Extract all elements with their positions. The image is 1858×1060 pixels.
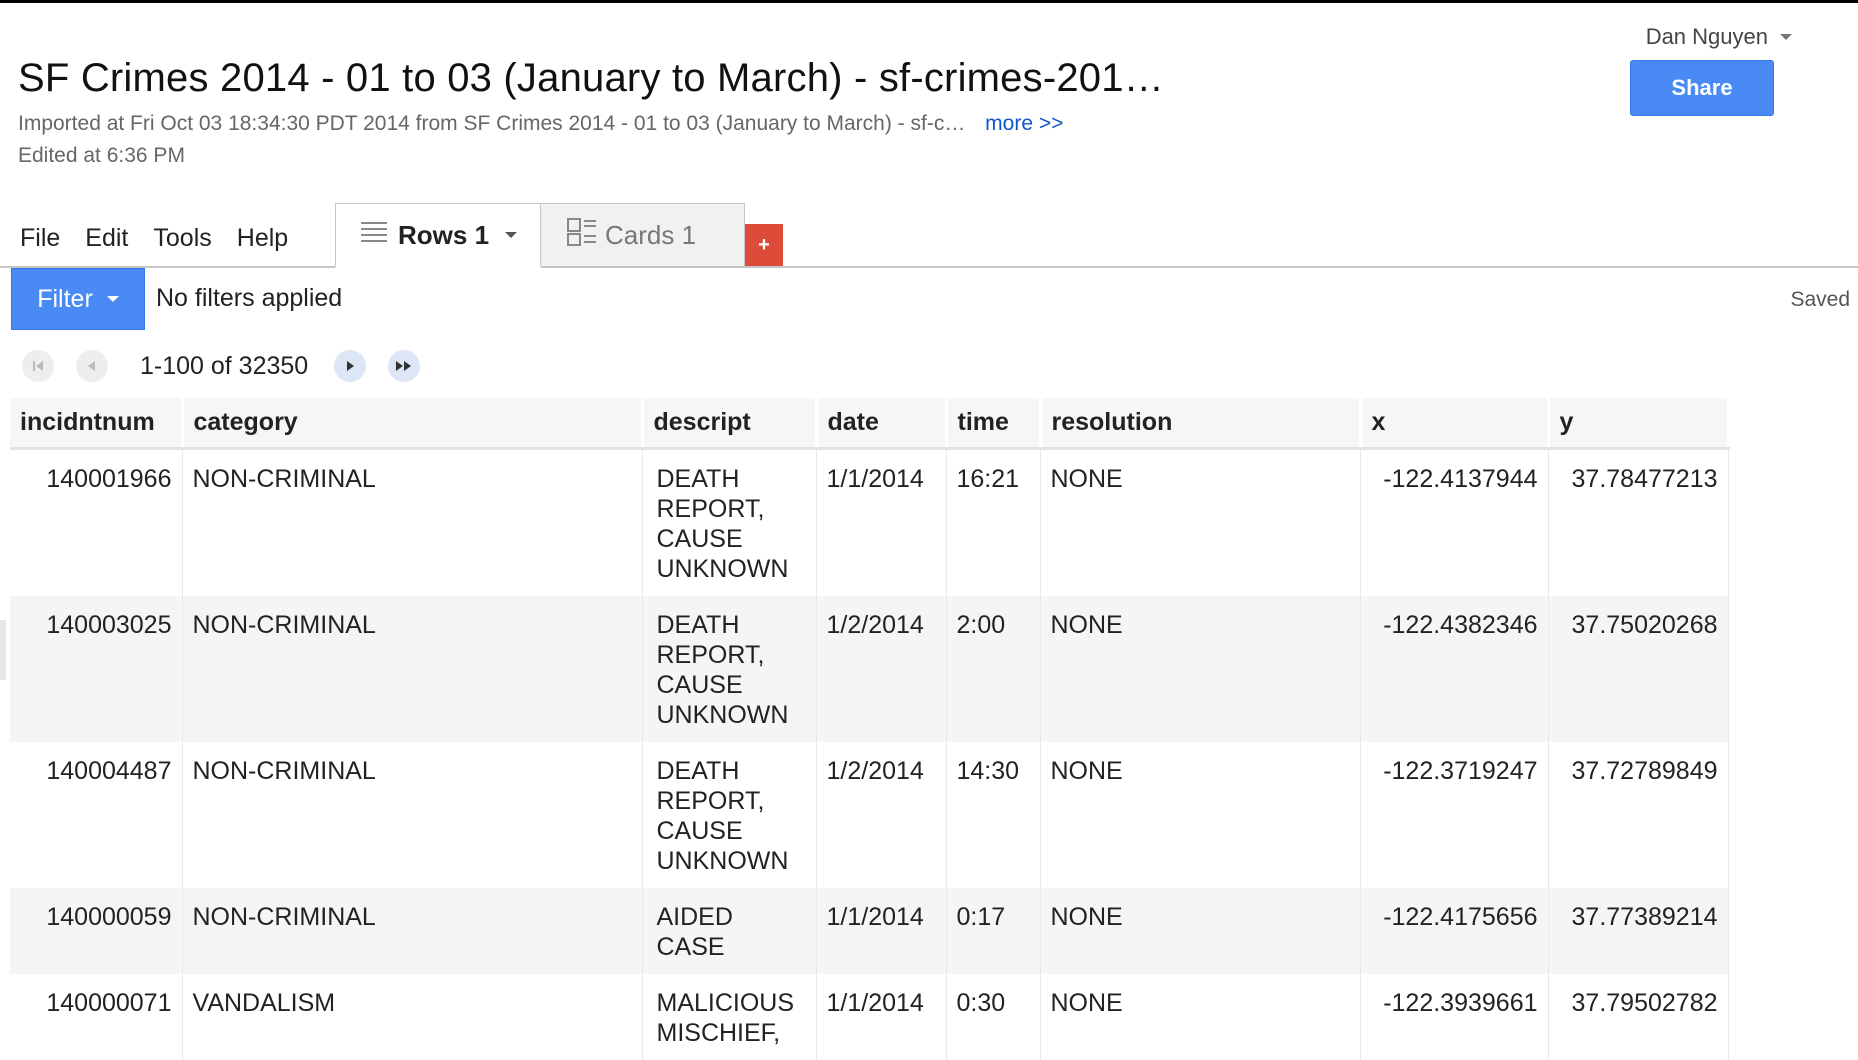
table-row[interactable]: 140004487 NON-CRIMINAL DEATH REPORT, CAU… xyxy=(10,741,1729,888)
cell-resolution[interactable]: NONE xyxy=(1040,595,1361,742)
prev-page-icon[interactable] xyxy=(76,350,108,382)
table-row[interactable]: 140003025 NON-CRIMINAL DEATH REPORT, CAU… xyxy=(10,595,1729,742)
cell-descript[interactable]: AIDED CASE xyxy=(642,887,817,974)
cell-x[interactable]: -122.4137944 xyxy=(1360,448,1549,596)
table-row[interactable]: 140000059 NON-CRIMINAL AIDED CASE 1/1/20… xyxy=(10,887,1729,974)
share-button[interactable]: Share xyxy=(1630,60,1774,116)
cell-date[interactable]: 1/2/2014 xyxy=(816,741,947,888)
cell-incidntnum[interactable]: 140000059 xyxy=(10,887,183,974)
chevron-down-icon xyxy=(1780,34,1792,40)
chevron-down-icon xyxy=(106,296,119,302)
cell-incidntnum[interactable]: 140001966 xyxy=(10,448,183,596)
document-title[interactable]: SF Crimes 2014 - 01 to 03 (January to Ma… xyxy=(18,56,1164,101)
table-row[interactable]: 140000071 VANDALISM MALICIOUS MISCHIEF, … xyxy=(10,973,1729,1060)
cell-date[interactable]: 1/2/2014 xyxy=(816,595,947,742)
menu-edit[interactable]: Edit xyxy=(85,224,128,253)
cell-time[interactable]: 0:30 xyxy=(946,973,1041,1060)
cell-descript[interactable]: MALICIOUS MISCHIEF, xyxy=(642,973,817,1060)
cell-y[interactable]: 37.75020268 xyxy=(1548,595,1729,742)
cell-date[interactable]: 1/1/2014 xyxy=(816,448,947,596)
page-range: 1-100 of 32350 xyxy=(140,351,309,380)
table-header-row: incidntnum category descript date time r… xyxy=(10,398,1730,450)
user-name: Dan Nguyen xyxy=(1645,24,1768,49)
cell-category[interactable]: NON-CRIMINAL xyxy=(182,595,643,742)
save-status: Saved xyxy=(1790,288,1850,311)
menu-bar: File Edit Tools Help xyxy=(20,224,288,253)
tab-rows[interactable]: Rows 1 xyxy=(335,203,541,268)
import-text: Imported at Fri Oct 03 18:34:30 PDT 2014… xyxy=(18,112,966,135)
cell-descript[interactable]: DEATH REPORT, CAUSE UNKNOWN xyxy=(642,741,817,888)
column-header[interactable]: incidntnum xyxy=(10,398,184,450)
import-info: Imported at Fri Oct 03 18:34:30 PDT 2014… xyxy=(18,112,1063,136)
cell-category[interactable]: NON-CRIMINAL xyxy=(182,887,643,974)
cards-icon xyxy=(567,217,597,254)
menu-file[interactable]: File xyxy=(20,224,60,253)
account-menu[interactable]: Dan Nguyen xyxy=(1646,24,1792,50)
table-row[interactable]: 140001966 NON-CRIMINAL DEATH REPORT, CAU… xyxy=(10,448,1729,596)
cell-descript[interactable]: DEATH REPORT, CAUSE UNKNOWN xyxy=(642,448,817,596)
column-header[interactable]: descript xyxy=(642,398,818,450)
cell-x[interactable]: -122.4175656 xyxy=(1360,887,1549,974)
cell-x[interactable]: -122.3939661 xyxy=(1360,973,1549,1060)
filter-label: Filter xyxy=(37,284,93,313)
tab-rows-label: Rows 1 xyxy=(398,219,490,250)
top-border xyxy=(0,0,1858,3)
first-page-icon[interactable] xyxy=(22,350,54,382)
pagination: 1-100 of 32350 xyxy=(22,346,421,386)
cell-y[interactable]: 37.79502782 xyxy=(1548,973,1729,1060)
cell-time[interactable]: 14:30 xyxy=(946,741,1041,888)
cell-category[interactable]: VANDALISM xyxy=(182,973,643,1060)
cell-x[interactable]: -122.3719247 xyxy=(1360,741,1549,888)
cell-descript[interactable]: DEATH REPORT, CAUSE UNKNOWN xyxy=(642,595,817,742)
cell-category[interactable]: NON-CRIMINAL xyxy=(182,741,643,888)
cell-incidntnum[interactable]: 140004487 xyxy=(10,741,183,888)
cell-y[interactable]: 37.72789849 xyxy=(1548,741,1729,888)
edited-info: Edited at 6:36 PM xyxy=(18,144,185,167)
tabs-divider xyxy=(0,266,1858,268)
column-header[interactable]: time xyxy=(946,398,1042,450)
filter-button[interactable]: Filter xyxy=(11,268,145,330)
cell-y[interactable]: 37.77389214 xyxy=(1548,887,1729,974)
cell-resolution[interactable]: NONE xyxy=(1040,448,1361,596)
list-icon xyxy=(360,219,388,252)
add-tab-button[interactable]: + xyxy=(745,224,783,266)
menu-tools[interactable]: Tools xyxy=(153,224,211,253)
cell-category[interactable]: NON-CRIMINAL xyxy=(182,448,643,596)
tab-cards[interactable]: Cards 1 xyxy=(540,203,745,266)
chevron-down-icon[interactable] xyxy=(505,232,518,238)
cell-time[interactable]: 16:21 xyxy=(946,448,1041,596)
cell-time[interactable]: 2:00 xyxy=(946,595,1041,742)
cell-resolution[interactable]: NONE xyxy=(1040,741,1361,888)
tab-cards-label: Cards 1 xyxy=(605,219,697,250)
cell-date[interactable]: 1/1/2014 xyxy=(816,887,947,974)
cell-resolution[interactable]: NONE xyxy=(1040,887,1361,974)
data-table: incidntnum category descript date time r… xyxy=(10,398,1730,1060)
menu-help[interactable]: Help xyxy=(237,224,288,253)
cell-incidntnum[interactable]: 140003025 xyxy=(10,595,183,742)
column-header[interactable]: resolution xyxy=(1040,398,1362,450)
column-header[interactable]: x xyxy=(1360,398,1550,450)
column-header[interactable]: category xyxy=(182,398,644,450)
cell-y[interactable]: 37.78477213 xyxy=(1548,448,1729,596)
last-page-icon[interactable] xyxy=(388,350,421,382)
more-link[interactable]: more >> xyxy=(985,112,1063,135)
cell-incidntnum[interactable]: 140000071 xyxy=(10,973,183,1060)
cell-resolution[interactable]: NONE xyxy=(1040,973,1361,1060)
column-header[interactable]: date xyxy=(816,398,948,450)
filter-status: No filters applied xyxy=(156,284,343,312)
cell-x[interactable]: -122.4382346 xyxy=(1360,595,1549,742)
column-header[interactable]: y xyxy=(1548,398,1730,450)
cell-date[interactable]: 1/1/2014 xyxy=(816,973,947,1060)
scroll-handle[interactable] xyxy=(0,620,6,680)
cell-time[interactable]: 0:17 xyxy=(946,887,1041,974)
next-page-icon[interactable] xyxy=(334,350,367,382)
